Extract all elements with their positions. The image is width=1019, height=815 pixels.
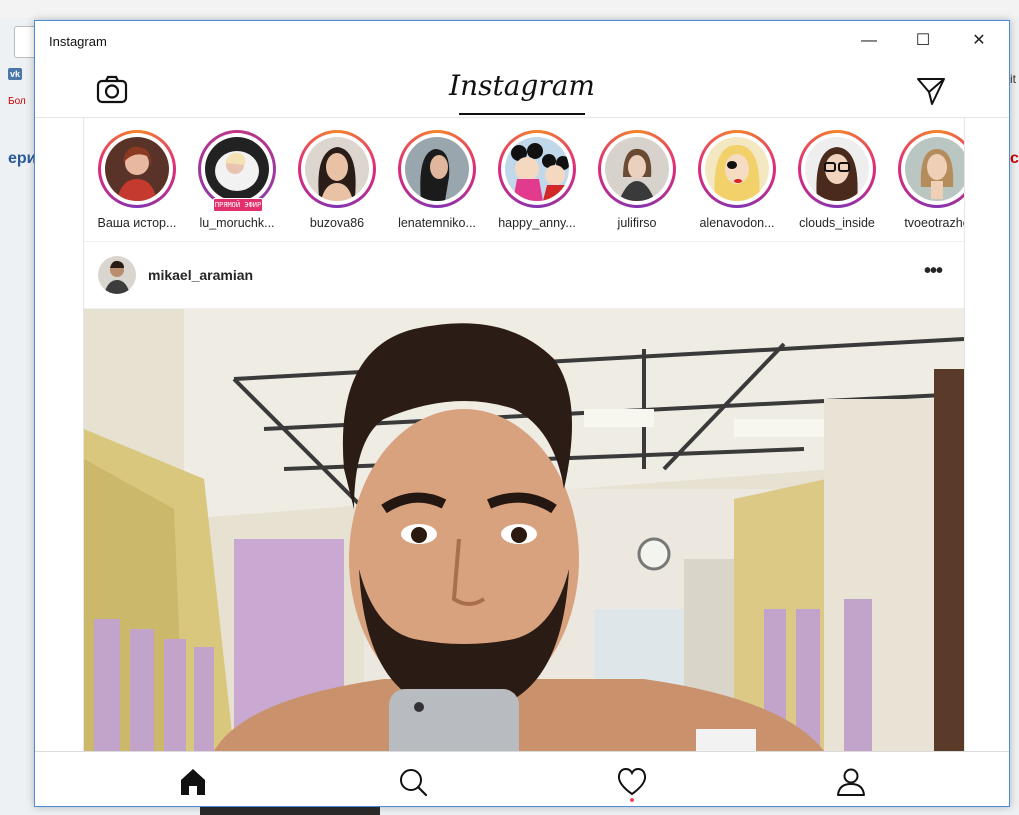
title-bar[interactable]: Instagram — ☐ ✕ (35, 21, 1009, 61)
instagram-window: Instagram — ☐ ✕ Instagram Ваша истор... … (34, 20, 1010, 807)
story-ring (798, 130, 876, 208)
search-icon[interactable] (395, 764, 431, 800)
activity-heart-icon[interactable] (614, 764, 650, 800)
post-photo[interactable] (84, 309, 964, 751)
close-button[interactable]: ✕ (957, 27, 1001, 55)
minimize-button[interactable]: — (847, 27, 891, 55)
story-ring (198, 130, 276, 208)
direct-message-icon[interactable] (915, 75, 947, 107)
story-avatar (705, 137, 769, 201)
story-label: clouds_inside (799, 216, 875, 230)
story-ring (898, 130, 964, 208)
camera-icon[interactable] (95, 73, 129, 107)
story-label: lenatemniko... (398, 216, 476, 230)
story-ring (698, 130, 776, 208)
story-avatar (105, 137, 169, 201)
story-avatar (805, 137, 869, 201)
background-browser-strip (0, 0, 1019, 18)
post-header: mikael_aramian ••• (84, 242, 964, 309)
feed[interactable]: Ваша истор... ПРЯМОЙ ЭФИР lu_moruchk... (83, 118, 965, 751)
live-badge: ПРЯМОЙ ЭФИР (213, 198, 263, 212)
story-ring (298, 130, 376, 208)
window-title: Instagram (49, 34, 107, 49)
background-text: ери (8, 150, 37, 167)
post-username[interactable]: mikael_aramian (148, 267, 253, 283)
story-avatar (305, 137, 369, 201)
vk-icon: vk (8, 68, 22, 80)
notification-dot (630, 798, 634, 802)
instagram-logo: Instagram (449, 69, 595, 102)
home-icon[interactable] (175, 764, 211, 800)
maximize-button[interactable]: ☐ (901, 27, 945, 55)
story-avatar (405, 137, 469, 201)
logo-underline (459, 113, 585, 115)
background-text: Бол (8, 96, 26, 107)
story-avatar (905, 137, 964, 201)
bottom-navigation (35, 751, 1009, 806)
story-avatar (205, 137, 269, 201)
background-text: it (1010, 72, 1016, 86)
story-ring (98, 130, 176, 208)
story-ring (398, 130, 476, 208)
story-label: alenavodon... (699, 216, 775, 230)
more-options-icon[interactable]: ••• (924, 260, 943, 283)
post-author-avatar[interactable] (98, 256, 136, 294)
stories-tray[interactable]: Ваша истор... ПРЯМОЙ ЭФИР lu_moruchk... (84, 118, 964, 242)
story-label: tvoeotrazhe (904, 216, 965, 230)
profile-icon[interactable] (833, 764, 869, 800)
story-label: julifirso (617, 216, 657, 230)
story-avatar (505, 137, 569, 201)
story-avatar (605, 137, 669, 201)
story-label: Ваша истор... (97, 216, 177, 230)
story-label: lu_moruchk... (199, 216, 275, 230)
background-text: c (1010, 150, 1019, 167)
story-label: happy_anny... (498, 216, 576, 230)
app-header: Instagram (35, 61, 1009, 118)
story-ring (598, 130, 676, 208)
story-label: buzova86 (309, 216, 365, 230)
story-ring (498, 130, 576, 208)
